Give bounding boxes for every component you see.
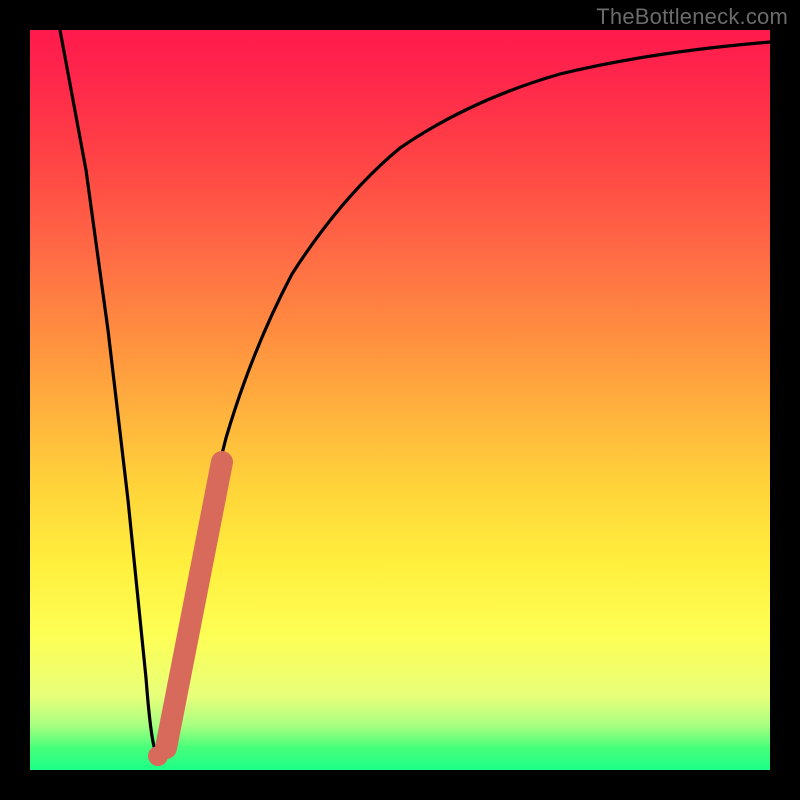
valley-marker [148,746,168,766]
watermark-text: TheBottleneck.com [596,4,788,30]
plot-area [30,30,770,770]
highlight-segment [166,462,222,748]
chart-overlay [30,30,770,770]
bottleneck-curve [60,30,770,754]
